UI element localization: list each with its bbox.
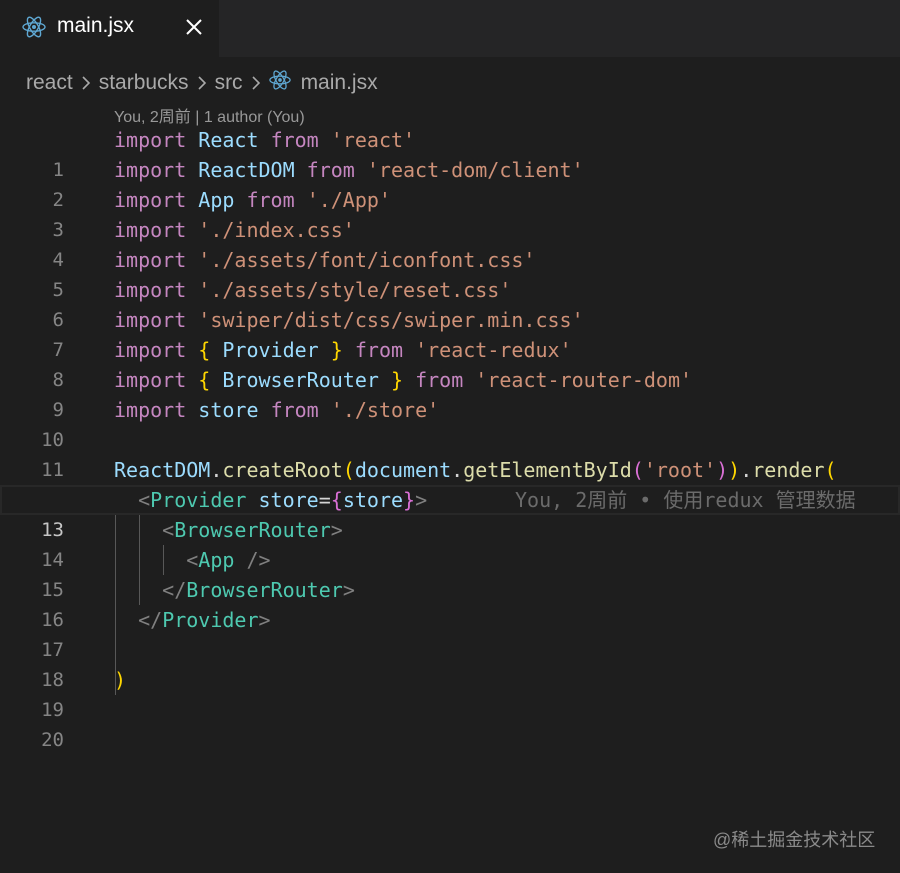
chevron-right-icon	[197, 75, 207, 91]
code-line: 5 import './assets/font/iconfont.css'	[0, 245, 900, 301]
code-line: 7 import 'swiper/dist/css/swiper.min.css…	[0, 305, 900, 361]
codelens-blame[interactable]: You, 2周前 | 1 author (You)	[114, 103, 305, 127]
line-number: 20	[41, 729, 64, 751]
watermark: @稀土掘金技术社区	[713, 830, 876, 850]
line-code: <App />	[186, 548, 271, 572]
line-code: import './index.css'	[114, 218, 355, 242]
tab-bar: main.jsx	[0, 0, 900, 57]
code-line: 6 import './assets/style/reset.css'	[0, 275, 900, 331]
code-line: 19 )	[0, 665, 900, 721]
code-line: 14 <BrowserRouter>	[0, 515, 900, 571]
react-icon	[268, 69, 291, 97]
line-code: <BrowserRouter>	[162, 518, 343, 542]
line-code: <Provider store={store}>	[138, 488, 428, 512]
line-code: import { Provider } from 'react-redux'	[114, 338, 572, 362]
code-line: 10 import store from './store'	[0, 395, 900, 451]
code-line: 4 import './index.css'	[0, 215, 900, 271]
breadcrumb-file-label: main.jsx	[300, 71, 378, 94]
line-code: </Provider>	[138, 608, 271, 632]
inline-blame[interactable]: You, 2周前 • 使用redux 管理数据	[515, 485, 856, 515]
line-code: </BrowserRouter>	[162, 578, 355, 602]
code-line: 3 import App from './App'	[0, 185, 900, 241]
code-line: 17 </Provider>	[0, 605, 900, 661]
breadcrumb-item-file[interactable]: main.jsx	[268, 69, 378, 97]
line-code: import React from 'react'	[114, 128, 416, 152]
line-code: import './assets/font/iconfont.css'	[114, 248, 536, 272]
breadcrumb-item-starbucks[interactable]: starbucks	[99, 71, 189, 95]
react-icon	[22, 15, 46, 43]
code-line: 16 </BrowserRouter>	[0, 575, 900, 631]
line-code: )	[114, 668, 127, 692]
code-line-current: 13 <Provider store={store}> You, 2周前 • 使…	[0, 485, 900, 541]
line-code: ReactDOM.createRoot(document.getElementB…	[114, 458, 837, 482]
code-editor[interactable]: 1 import React from 'react' 2 import Rea…	[0, 125, 900, 751]
breadcrumb: react starbucks src main.jsx	[26, 68, 378, 98]
chevron-right-icon	[81, 75, 91, 91]
code-line: 1 import React from 'react'	[0, 125, 900, 181]
line-code: import App from './App'	[114, 188, 391, 212]
line-code: import ReactDOM from 'react-dom/client'	[114, 158, 584, 182]
tab-main-jsx[interactable]: main.jsx	[0, 0, 219, 57]
line-code: import { BrowserRouter } from 'react-rou…	[114, 368, 693, 392]
close-icon[interactable]	[180, 13, 208, 41]
code-line: 20	[0, 695, 900, 751]
code-line: 2 import ReactDOM from 'react-dom/client…	[0, 155, 900, 211]
breadcrumb-item-react[interactable]: react	[26, 71, 73, 95]
tab-label: main.jsx	[57, 14, 135, 37]
code-line: 9 import { BrowserRouter } from 'react-r…	[0, 365, 900, 421]
code-line: 11	[0, 425, 900, 481]
line-code: import 'swiper/dist/css/swiper.min.css'	[114, 308, 584, 332]
code-line: 8 import { Provider } from 'react-redux'	[0, 335, 900, 391]
code-line: 15 <App />	[0, 545, 900, 601]
line-code: import store from './store'	[114, 398, 440, 422]
chevron-right-icon	[251, 75, 261, 91]
code-line: 12 ReactDOM.createRoot(document.getEleme…	[0, 455, 900, 511]
code-line: 18	[0, 635, 900, 691]
line-code: import './assets/style/reset.css'	[114, 278, 512, 302]
breadcrumb-item-src[interactable]: src	[215, 71, 243, 95]
